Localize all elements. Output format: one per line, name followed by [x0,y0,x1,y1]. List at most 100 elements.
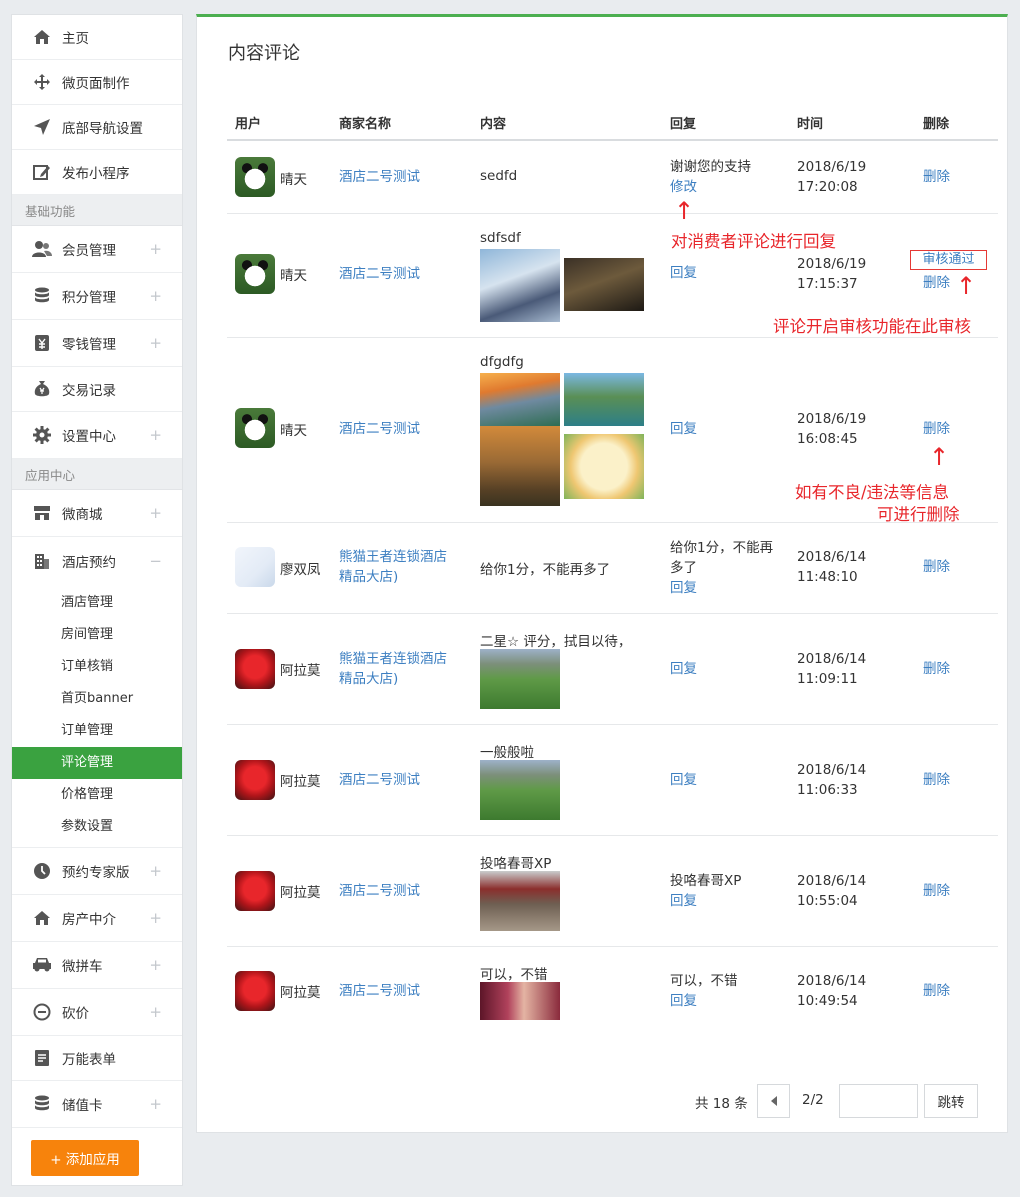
delete-link[interactable]: 删除 [923,419,950,439]
submenu-price-manage[interactable]: 价格管理 [12,779,182,811]
comment-time: 2018/6/14 11:48:10 [797,547,866,587]
expand-icon[interactable]: + [149,240,162,258]
submenu-room-manage[interactable]: 房间管理 [12,619,182,651]
reply-link[interactable]: 回复 [670,891,785,911]
comment-content: 二星☆ 评分，拭目以待， [480,634,632,650]
reply-link[interactable]: 回复 [670,991,785,1011]
comment-image[interactable] [480,760,560,820]
sidebar-item-micro-page[interactable]: 微页面制作 [12,60,182,105]
comment-image[interactable] [564,434,644,499]
expand-icon[interactable]: + [149,1095,162,1113]
submenu-order-manage[interactable]: 订单管理 [12,715,182,747]
expand-icon[interactable]: + [149,956,162,974]
comment-image[interactable] [480,649,560,709]
submenu-params[interactable]: 参数设置 [12,811,182,843]
shop-name-link[interactable]: 熊猫王者连锁酒店精品大店) [339,547,459,587]
sidebar-item-forms[interactable]: 万能表单 [12,1036,182,1081]
shop-name-link[interactable]: 熊猫王者连锁酒店精品大店) [339,649,459,689]
sidebar-item-wallet[interactable]: 零钱管理 + [12,320,182,367]
reply-cell: 回复 [670,770,785,790]
sidebar-item-bargain[interactable]: 砍价 + [12,989,182,1036]
user-name: 阿拉莫 [280,885,321,901]
comment-date: 2018/6/14 [797,549,867,565]
add-app-button[interactable]: + 添加应用 [31,1140,139,1176]
comment-image[interactable] [480,871,560,931]
delete-link[interactable]: 删除 [923,167,950,187]
sidebar-item-transactions[interactable]: 交易记录 [12,367,182,412]
shop-name-link[interactable]: 酒店二号测试 [339,167,459,187]
delete-link[interactable]: 删除 [923,557,950,577]
sidebar-item-mall[interactable]: 微商城 + [12,490,182,537]
user-avatar [235,408,275,448]
sidebar-item-stored-value-card[interactable]: 储值卡 + [12,1081,182,1128]
jump-button[interactable]: 跳转 [924,1084,978,1118]
sidebar-item-members[interactable]: 会员管理 + [12,226,182,273]
delete-link[interactable]: 删除 [923,659,950,679]
sidebar-item-home[interactable]: 主页 [12,15,182,60]
expand-icon[interactable]: + [149,334,162,352]
annotation-reply: 对消费者评论进行回复 [671,232,836,251]
sidebar-item-hotel[interactable]: 酒店预约 − [12,537,182,584]
sidebar-item-booking-pro[interactable]: 预约专家版 + [12,848,182,895]
comment-image[interactable] [480,249,560,322]
submenu-hotel-manage[interactable]: 酒店管理 [12,587,182,619]
sidebar-item-bottom-nav[interactable]: 底部导航设置 [12,105,182,150]
reply-cell: 投咯春哥XP 回复 [670,871,785,911]
reply-link[interactable]: 回复 [670,578,785,598]
reply-link[interactable]: 回复 [670,263,785,283]
edit-reply-link[interactable]: 修改 [670,177,785,197]
sidebar-item-publish[interactable]: 发布小程序 [12,150,182,195]
table-row: 阿拉莫 酒店二号测试 一般般啦 回复 2018/6/14 11:06:33 删除 [227,725,998,836]
prev-page-button[interactable] [757,1084,790,1118]
sidebar-item-label: 主页 [62,31,89,47]
expand-icon[interactable]: + [149,1003,162,1021]
submenu-order-verify[interactable]: 订单核销 [12,651,182,683]
shop-name-link[interactable]: 酒店二号测试 [339,264,459,284]
comment-image[interactable] [480,426,560,506]
shop-name-link[interactable]: 酒店二号测试 [339,881,459,901]
comment-image[interactable] [564,258,644,311]
reply-cell: 谢谢您的支持 修改 [670,157,785,197]
sidebar-item-label: 积分管理 [62,290,116,306]
shop-name-link[interactable]: 酒店二号测试 [339,419,459,439]
approve-button[interactable]: 审核通过 [910,250,987,270]
collapse-icon[interactable]: − [149,552,162,570]
submenu-comment-manage[interactable]: 评论管理 [12,747,182,779]
comment-image[interactable] [480,982,560,1020]
reply-link[interactable]: 回复 [670,419,785,439]
comment-date: 2018/6/19 [797,256,867,272]
delete-link[interactable]: 删除 [923,770,950,790]
page-title: 内容评论 [228,43,300,64]
delete-link[interactable]: 删除 [923,881,950,901]
sidebar-item-label: 设置中心 [62,429,116,445]
building-icon [32,551,52,571]
delete-link[interactable]: 删除 [923,273,950,293]
comment-image[interactable] [480,373,560,426]
sidebar-item-label: 酒店预约 [62,554,116,571]
sidebar-item-real-estate[interactable]: 房产中介 + [12,895,182,942]
car-icon [32,955,52,975]
expand-icon[interactable]: + [149,287,162,305]
shop-name-link[interactable]: 酒店二号测试 [339,770,459,790]
wallet-icon [32,333,52,353]
database-icon [32,1094,52,1114]
reply-link[interactable]: 回复 [670,659,785,679]
comment-date: 2018/6/19 [797,411,867,427]
page-jump-input[interactable] [839,1084,918,1118]
submenu-home-banner[interactable]: 首页banner [12,683,182,715]
comment-image[interactable] [564,373,644,426]
expand-icon[interactable]: + [149,504,162,522]
shop-name-link[interactable]: 酒店二号测试 [339,981,459,1001]
expand-icon[interactable]: + [149,862,162,880]
sidebar-item-points[interactable]: 积分管理 + [12,273,182,320]
comment-clock: 10:49:54 [797,993,858,1009]
sidebar-item-settings[interactable]: 设置中心 + [12,412,182,459]
expand-icon[interactable]: + [149,909,162,927]
expand-icon[interactable]: + [149,426,162,444]
reply-link[interactable]: 回复 [670,770,785,790]
delete-link[interactable]: 删除 [923,981,950,1001]
sidebar-item-carpool[interactable]: 微拼车 + [12,942,182,989]
reply-cell: 给你1分，不能再多了 回复 [670,538,785,598]
form-icon [32,1048,52,1068]
sidebar-item-label: 发布小程序 [62,166,130,182]
